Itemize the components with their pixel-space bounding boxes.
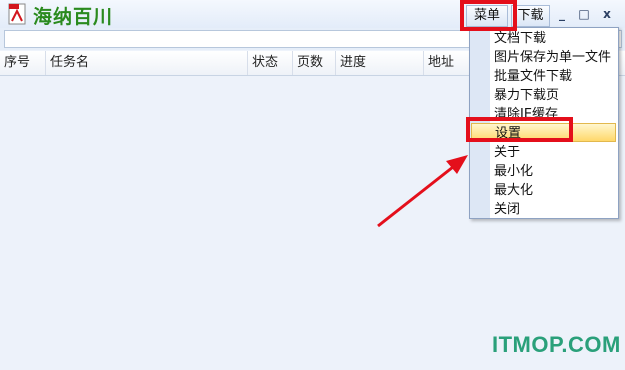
site-watermark: ITMOP.COM: [492, 332, 621, 357]
annotation-arrow-icon: [377, 155, 468, 228]
